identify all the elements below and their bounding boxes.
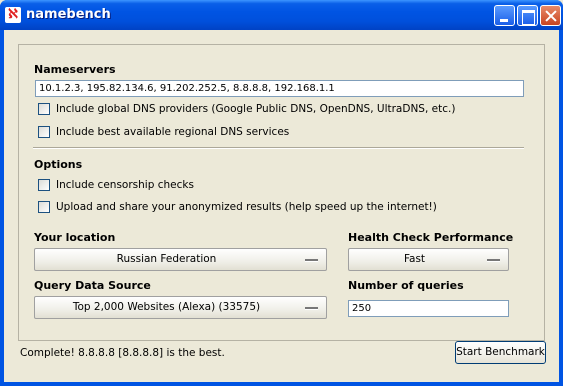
window-title: namebench	[26, 7, 111, 22]
maximize-icon[interactable]	[517, 5, 538, 26]
location-heading: Your location	[34, 231, 116, 244]
query-source-value: Top 2,000 Websites (Alexa) (33575)	[72, 301, 261, 313]
client-area: Nameservers 10.1.2.3, 195.82.134.6, 91.2…	[4, 30, 559, 382]
global-dns-checkbox[interactable]	[38, 103, 50, 115]
num-queries-input[interactable]: 250	[348, 300, 509, 317]
close-icon[interactable]	[540, 5, 561, 26]
options-heading: Options	[34, 158, 83, 171]
regional-dns-label: Include best available regional DNS serv…	[56, 126, 290, 138]
global-dns-label: Include global DNS providers (Google Pub…	[56, 103, 456, 115]
censorship-label: Include censorship checks	[56, 179, 194, 191]
title-bar[interactable]: ℵ namebench	[0, 0, 563, 30]
health-check-select[interactable]: Fast	[348, 248, 509, 271]
namebench-app-icon: ℵ	[5, 7, 21, 23]
start-benchmark-button[interactable]: Start Benchmark	[455, 341, 546, 364]
section-divider	[33, 147, 524, 149]
dropdown-arrow-icon	[305, 307, 318, 310]
upload-results-option[interactable]: Upload and share your anonymized results…	[38, 200, 437, 214]
regional-dns-option[interactable]: Include best available regional DNS serv…	[38, 125, 289, 139]
regional-dns-checkbox[interactable]	[38, 126, 50, 138]
status-text: Complete! 8.8.8.8 [8.8.8.8] is the best.	[20, 347, 225, 359]
upload-results-label: Upload and share your anonymized results…	[56, 201, 437, 213]
query-source-select[interactable]: Top 2,000 Websites (Alexa) (33575)	[34, 296, 327, 319]
upload-results-checkbox[interactable]	[38, 201, 50, 213]
app-window: ℵ namebench Nameservers 10.1.2.3, 195.82…	[0, 0, 563, 386]
nameservers-input[interactable]: 10.1.2.3, 195.82.134.6, 91.202.252.5, 8.…	[35, 80, 524, 97]
location-value: Russian Federation	[116, 253, 217, 265]
location-select[interactable]: Russian Federation	[34, 248, 327, 271]
health-check-heading: Health Check Performance	[348, 231, 514, 244]
global-dns-option[interactable]: Include global DNS providers (Google Pub…	[38, 102, 455, 116]
settings-panel: Nameservers 10.1.2.3, 195.82.134.6, 91.2…	[18, 44, 545, 341]
dropdown-arrow-icon	[487, 259, 500, 262]
minimize-icon[interactable]	[494, 5, 515, 26]
nameservers-heading: Nameservers	[34, 63, 116, 76]
censorship-checkbox[interactable]	[38, 179, 50, 191]
censorship-option[interactable]: Include censorship checks	[38, 178, 194, 192]
health-check-value: Fast	[403, 253, 426, 265]
dropdown-arrow-icon	[305, 259, 318, 262]
num-queries-heading: Number of queries	[348, 279, 464, 292]
query-source-heading: Query Data Source	[34, 279, 151, 292]
